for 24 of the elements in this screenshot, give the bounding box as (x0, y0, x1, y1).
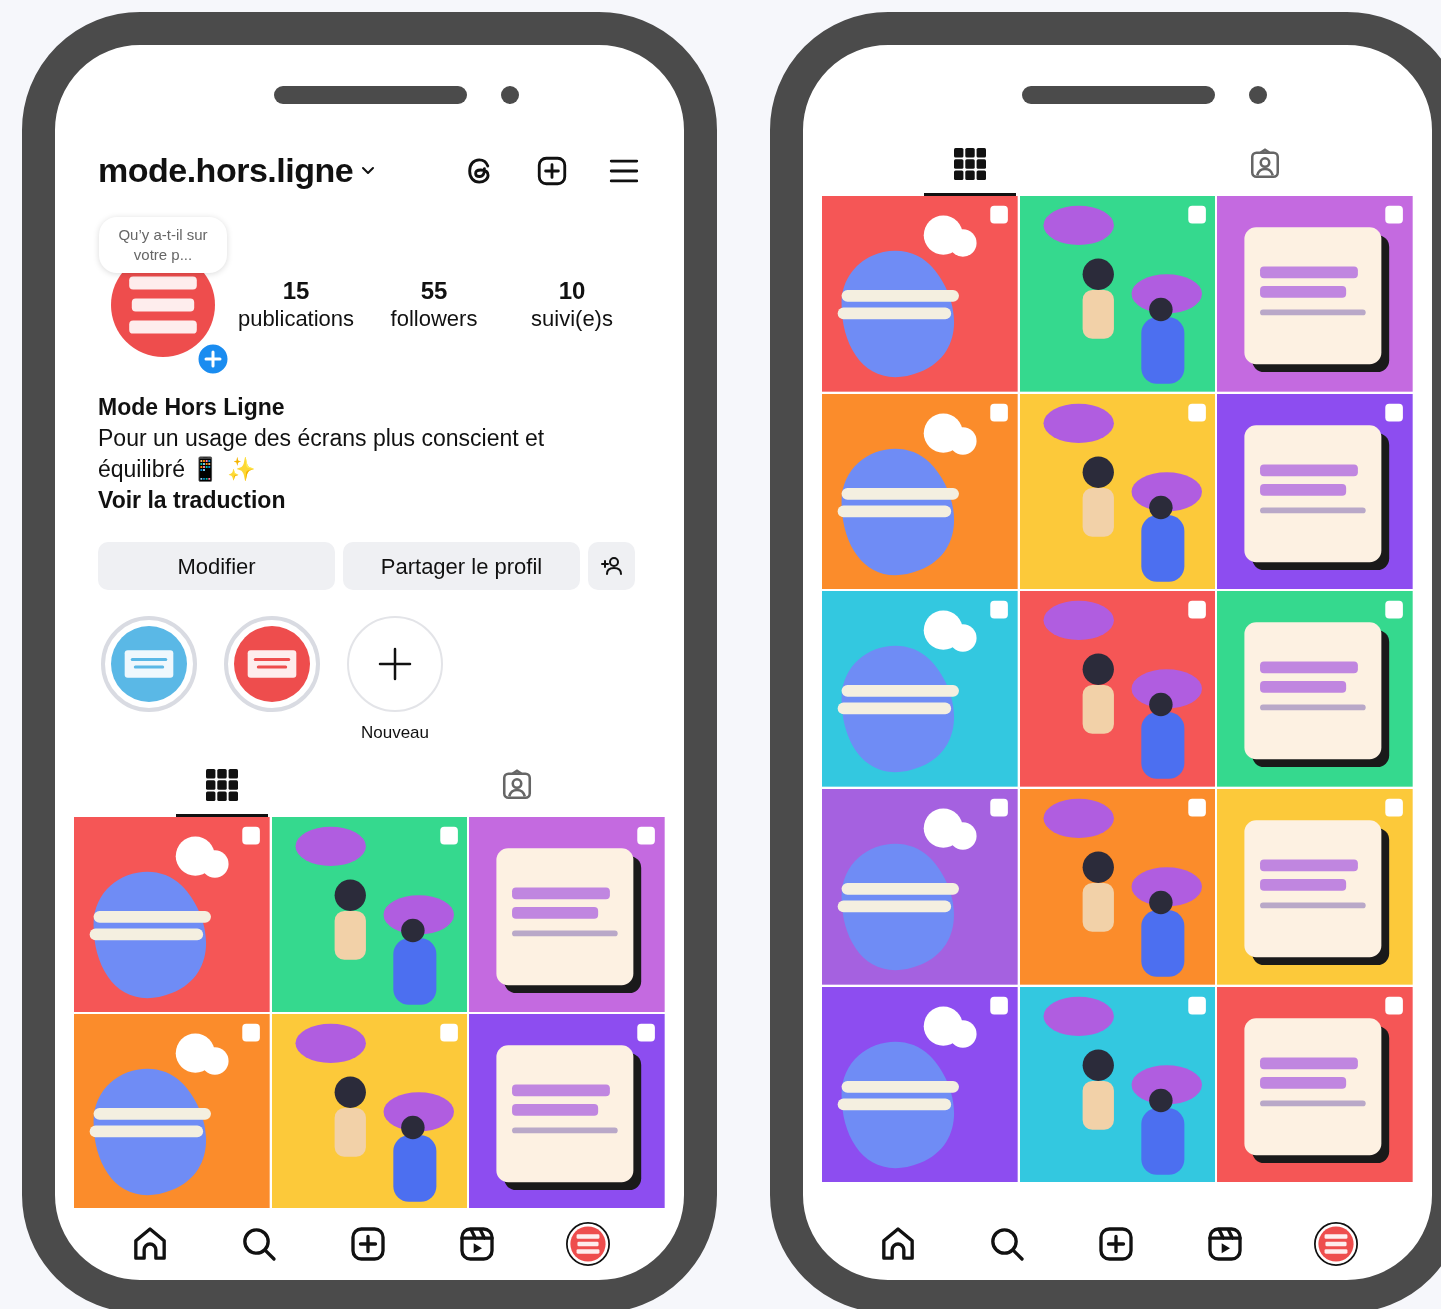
add-person-icon[interactable] (599, 554, 624, 578)
note-bubble[interactable]: Qu’y a-t-il sur votre p... (99, 217, 227, 273)
profile-name: Mode Hors Ligne (98, 393, 286, 422)
stat-label: followers (389, 305, 479, 333)
stat-label: publications (236, 305, 356, 333)
username: mode.hors.ligne (98, 150, 354, 191)
stat-label: suivi(e)s (530, 305, 614, 333)
bio-text: Pour un usage des écrans plus conscient et équilibré 📱 ✨ (98, 424, 546, 484)
stat-count: 10 (557, 277, 587, 305)
camera-dot (1249, 86, 1267, 104)
edit-button[interactable]: Modifier (98, 542, 335, 590)
stat-count: 15 (281, 277, 311, 305)
add-person-button[interactable] (588, 542, 635, 590)
translation-link[interactable]: Voir la traduction (98, 485, 641, 516)
grid-icon[interactable] (953, 148, 986, 180)
plus-icon (377, 646, 413, 682)
share-button[interactable]: Partager le profil (343, 542, 580, 590)
camera-dot (501, 86, 519, 104)
highlight-ring[interactable] (224, 616, 320, 712)
highlight-label: Nouveau (360, 722, 430, 744)
stat-count: 55 (419, 277, 449, 305)
grid-icon[interactable] (205, 768, 238, 801)
chevron-down-icon[interactable] (361, 165, 376, 176)
add-badge-icon[interactable] (196, 342, 230, 376)
